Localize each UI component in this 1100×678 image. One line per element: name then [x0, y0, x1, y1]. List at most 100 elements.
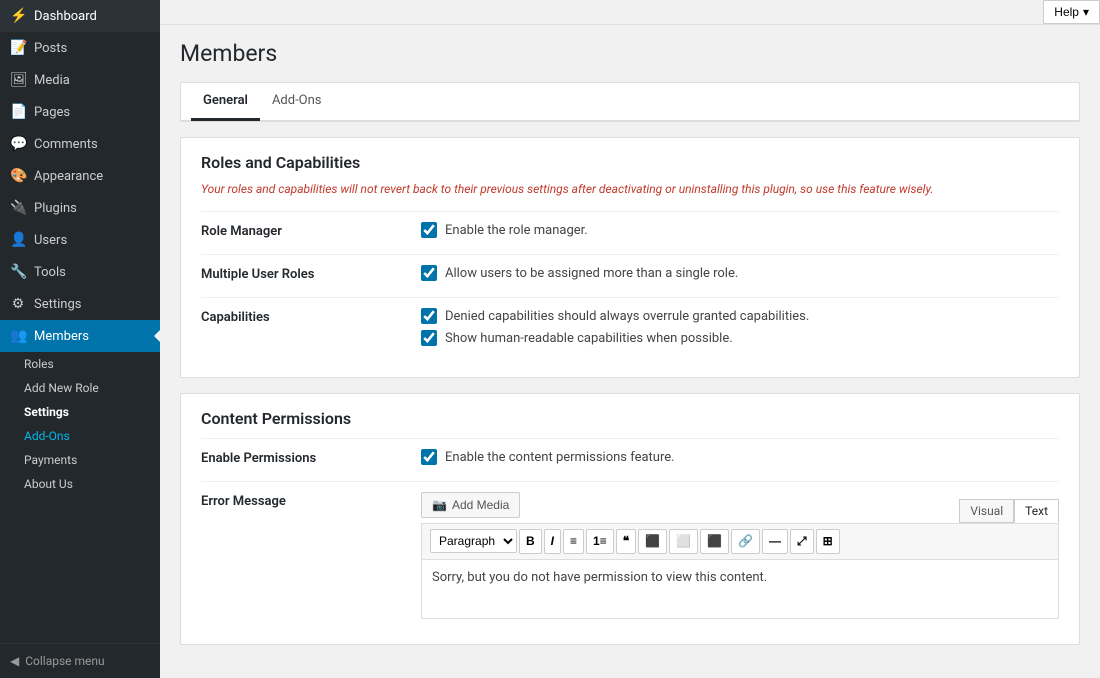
multiple-user-roles-checkbox-row: Allow users to be assigned more than a s… [421, 265, 1059, 281]
submenu-item-settings[interactable]: Settings [0, 400, 160, 424]
tab-add-ons[interactable]: Add-Ons [260, 83, 334, 121]
sidebar-item-pages[interactable]: 📄 Pages [0, 96, 160, 128]
align-left-button[interactable]: ⬛ [638, 529, 667, 554]
appearance-icon: 🎨 [10, 168, 26, 184]
tabs-container: General Add-Ons [180, 82, 1080, 122]
editor-header: 📷 Add Media Visual Text [421, 492, 1059, 523]
sidebar-item-comments[interactable]: 💬 Comments [0, 128, 160, 160]
role-manager-control: Enable the role manager. [421, 222, 1059, 244]
active-arrow [154, 330, 160, 342]
link-button[interactable]: 🔗 [731, 529, 760, 554]
enable-role-manager-checkbox[interactable] [421, 222, 437, 238]
denied-caps-checkbox[interactable] [421, 308, 437, 324]
media-icon: 🖼 [10, 72, 26, 88]
sidebar-item-label: Dashboard [34, 9, 97, 24]
collapse-menu-button[interactable]: ◀ Collapse menu [0, 643, 160, 678]
users-icon: 👤 [10, 232, 26, 248]
capabilities-control: Denied capabilities should always overru… [421, 308, 1059, 352]
page-title: Members [180, 40, 1080, 67]
chevron-down-icon: ▾ [1083, 5, 1089, 19]
sidebar-item-plugins[interactable]: 🔌 Plugins [0, 192, 160, 224]
enable-permissions-checkbox[interactable] [421, 449, 437, 465]
editor-toolbar: Paragraph B I ≡ 1≡ ❝ ⬛ ⬜ ⬛ 🔗 — ⤢ ⊞ [421, 523, 1059, 559]
role-manager-label: Role Manager [201, 222, 421, 239]
multiple-user-roles-row: Multiple User Roles Allow users to be as… [201, 254, 1059, 297]
role-manager-row: Role Manager Enable the role manager. [201, 211, 1059, 254]
sidebar-items: ⚡ Dashboard 📝 Posts 🖼 Media 📄 Pages 💬 Co… [0, 0, 160, 496]
tab-text[interactable]: Text [1014, 499, 1059, 523]
enable-role-manager-row: Enable the role manager. [421, 222, 1059, 238]
add-media-icon: 📷 [432, 498, 447, 512]
align-right-button[interactable]: ⬛ [700, 529, 729, 554]
multiple-user-roles-text: Allow users to be assigned more than a s… [445, 266, 738, 281]
multiple-user-roles-checkbox[interactable] [421, 265, 437, 281]
bold-button[interactable]: B [519, 529, 542, 554]
sidebar-item-label: Members [34, 329, 89, 344]
sidebar-item-label: Tools [34, 265, 66, 280]
posts-icon: 📝 [10, 40, 26, 56]
error-message-row: Error Message 📷 Add Media Visual Te [201, 481, 1059, 629]
roles-warning-text: Your roles and capabilities will not rev… [201, 182, 1059, 196]
blockquote-button[interactable]: ❝ [616, 529, 636, 554]
sidebar: ⚡ Dashboard 📝 Posts 🖼 Media 📄 Pages 💬 Co… [0, 0, 160, 678]
human-readable-text: Show human-readable capabilities when po… [445, 331, 733, 346]
sidebar-item-posts[interactable]: 📝 Posts [0, 32, 160, 64]
submenu-item-payments[interactable]: Payments [0, 448, 160, 472]
content-area: Members General Add-Ons Roles and Capabi… [160, 25, 1100, 678]
tab-bar: General Add-Ons [181, 83, 1079, 121]
sidebar-item-appearance[interactable]: 🎨 Appearance [0, 160, 160, 192]
italic-button[interactable]: I [544, 529, 561, 554]
enable-role-manager-text: Enable the role manager. [445, 223, 588, 238]
plugins-icon: 🔌 [10, 200, 26, 216]
enable-permissions-text: Enable the content permissions feature. [445, 450, 675, 465]
align-center-button[interactable]: ⬜ [669, 529, 698, 554]
sidebar-item-label: Plugins [34, 201, 77, 216]
sidebar-item-dashboard[interactable]: ⚡ Dashboard [0, 0, 160, 32]
fullscreen-button[interactable]: ⤢ [790, 529, 814, 554]
add-media-button[interactable]: 📷 Add Media [421, 492, 520, 518]
capabilities-row: Capabilities Denied capabilities should … [201, 297, 1059, 362]
submenu-item-add-new-role[interactable]: Add New Role [0, 376, 160, 400]
enable-permissions-control: Enable the content permissions feature. [421, 449, 1059, 471]
pages-icon: 📄 [10, 104, 26, 120]
tab-visual[interactable]: Visual [959, 499, 1014, 523]
denied-caps-text: Denied capabilities should always overru… [445, 309, 809, 324]
sidebar-item-users[interactable]: 👤 Users [0, 224, 160, 256]
collapse-icon: ◀ [10, 654, 19, 668]
more-button[interactable]: ⊞ [816, 529, 840, 554]
help-button[interactable]: Help ▾ [1043, 0, 1100, 24]
human-readable-row: Show human-readable capabilities when po… [421, 330, 1059, 346]
error-message-control: 📷 Add Media Visual Text [421, 492, 1059, 619]
enable-permissions-checkbox-row: Enable the content permissions feature. [421, 449, 1059, 465]
hr-button[interactable]: — [762, 529, 788, 554]
submenu-item-roles[interactable]: Roles [0, 352, 160, 376]
sidebar-item-label: Comments [34, 137, 98, 152]
sidebar-item-settings[interactable]: ⚙ Settings [0, 288, 160, 320]
editor-content[interactable]: Sorry, but you do not have permission to… [421, 559, 1059, 619]
tab-general[interactable]: General [191, 83, 260, 121]
sidebar-item-label: Appearance [34, 169, 103, 184]
sidebar-item-label: Users [34, 233, 67, 248]
main-content: Help ▾ Members General Add-Ons Roles and… [160, 0, 1100, 678]
members-icon: 👥 [10, 328, 26, 344]
paragraph-select[interactable]: Paragraph [430, 529, 517, 553]
multiple-user-roles-label: Multiple User Roles [201, 265, 421, 282]
submenu-item-add-ons[interactable]: Add-Ons [0, 424, 160, 448]
roles-capabilities-section: Roles and Capabilities Your roles and ca… [180, 137, 1080, 378]
section-title-roles: Roles and Capabilities [201, 153, 1059, 172]
section-title-content-permissions: Content Permissions [201, 409, 1059, 428]
submenu-item-about-us[interactable]: About Us [0, 472, 160, 496]
tools-icon: 🔧 [10, 264, 26, 280]
sidebar-item-media[interactable]: 🖼 Media [0, 64, 160, 96]
sidebar-item-tools[interactable]: 🔧 Tools [0, 256, 160, 288]
human-readable-checkbox[interactable] [421, 330, 437, 346]
editor-tabs: Visual Text [959, 499, 1059, 523]
content-permissions-section: Content Permissions Enable Permissions E… [180, 393, 1080, 645]
sidebar-item-members[interactable]: 👥 Members [0, 320, 160, 352]
multiple-user-roles-control: Allow users to be assigned more than a s… [421, 265, 1059, 287]
unordered-list-button[interactable]: ≡ [563, 529, 584, 554]
comments-icon: 💬 [10, 136, 26, 152]
ordered-list-button[interactable]: 1≡ [586, 529, 614, 554]
enable-permissions-row: Enable Permissions Enable the content pe… [201, 438, 1059, 481]
topbar: Help ▾ [160, 0, 1100, 25]
